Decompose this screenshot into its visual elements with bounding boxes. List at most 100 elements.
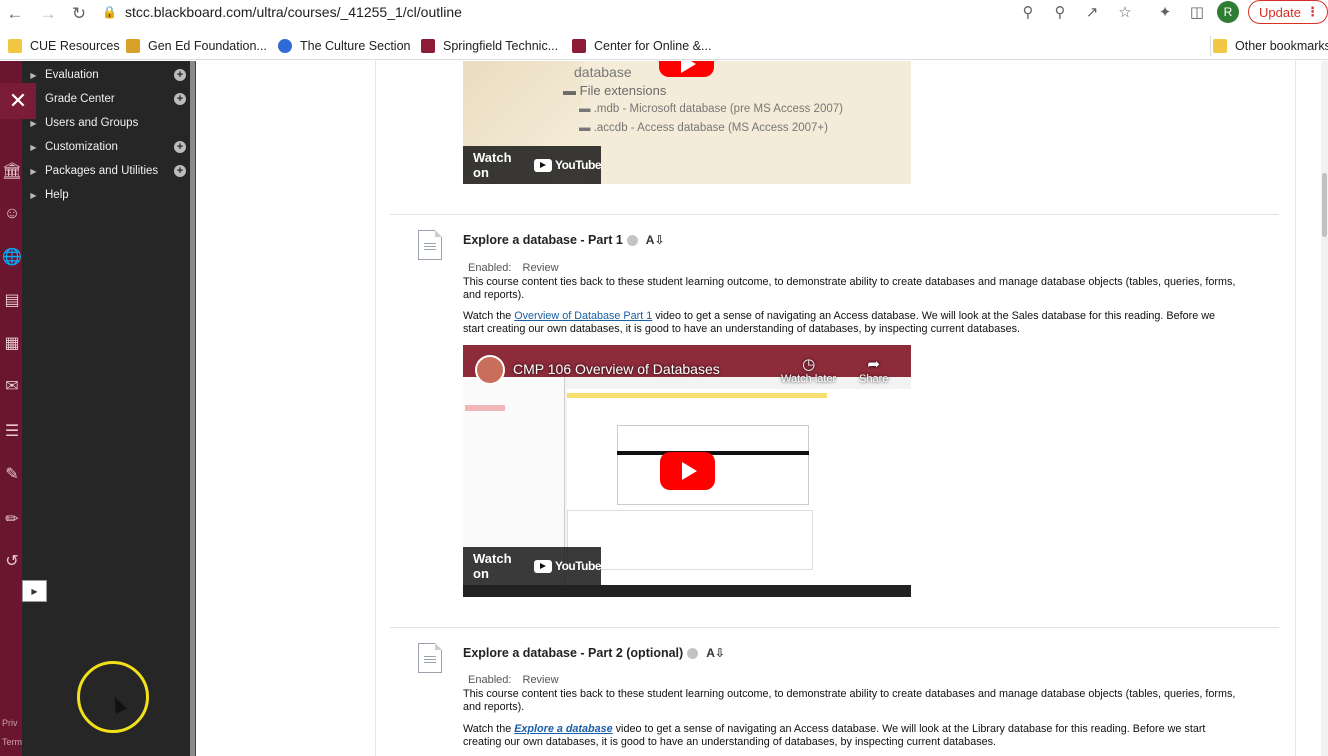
add-icon[interactable]: + — [174, 93, 186, 105]
url-text: stcc.blackboard.com/ultra/courses/_41255… — [124, 4, 462, 20]
document-icon — [418, 643, 442, 673]
bookmark-springfield[interactable]: Springfield Technic... — [421, 36, 558, 56]
thumbnail-selection — [465, 405, 505, 411]
bookmark-label: Gen Ed Foundation... — [148, 39, 267, 53]
item-separator — [390, 214, 1279, 215]
address-bar[interactable]: 🔒 stcc.blackboard.com/ultra/courses/_412… — [102, 1, 1107, 23]
sign-out-icon[interactable]: ↺ — [2, 551, 22, 571]
edit-icon[interactable]: ✏ — [2, 509, 22, 529]
grades-icon[interactable]: ☰ — [2, 421, 22, 441]
review-status-icon — [687, 647, 699, 659]
menu-item-grade-center[interactable]: ▶ Grade Center + — [22, 87, 190, 111]
alternative-formats-icon[interactable]: A⇩ — [706, 646, 725, 660]
bookmark-gen-ed[interactable]: Gen Ed Foundation... — [126, 36, 267, 56]
key-icon[interactable]: ⚲ — [1016, 0, 1040, 24]
side-panel-icon[interactable]: ◫ — [1185, 0, 1209, 24]
messages-icon[interactable]: ✉ — [2, 376, 22, 396]
menu-item-customization[interactable]: ▶ Customization + — [22, 135, 190, 159]
expand-arrow-icon: ▶ — [30, 118, 37, 128]
channel-avatar[interactable] — [475, 355, 505, 385]
menu-item-users-groups[interactable]: ▶ Users and Groups — [22, 111, 190, 135]
youtube-embed-2[interactable]: CMP 106 Overview of Databases ◷ Watch la… — [463, 345, 911, 597]
expand-arrow-icon: ▶ — [30, 190, 37, 200]
page-scrollbar[interactable] — [1321, 61, 1328, 756]
item-title-text: Explore a database - Part 2 (optional) — [463, 646, 684, 660]
add-icon[interactable]: + — [174, 69, 186, 81]
bookmark-label: Center for Online &... — [594, 39, 712, 53]
enabled-label: Enabled: — [468, 674, 512, 686]
slide-line-text: .accdb - Access database (MS Access 2007… — [593, 122, 828, 134]
bookmark-other[interactable]: Other bookmarks — [1210, 36, 1328, 56]
zoom-icon[interactable]: ⚲ — [1048, 0, 1072, 24]
calendar-icon[interactable]: ▦ — [2, 333, 22, 353]
bookmark-label: CUE Resources — [30, 39, 120, 53]
watch-later-button[interactable]: ◷ Watch later — [781, 355, 836, 385]
video-title[interactable]: CMP 106 Overview of Databases — [513, 361, 720, 377]
menu-item-label: Customization — [45, 141, 118, 153]
bookmark-center-online[interactable]: Center for Online &... — [572, 36, 711, 56]
extensions-icon[interactable]: ✦ — [1153, 0, 1177, 24]
share-icon[interactable]: ↗ — [1080, 0, 1104, 24]
youtube-logo: YouTube — [533, 158, 602, 172]
kebab-menu-icon: ⋮ — [1306, 4, 1319, 19]
item-title[interactable]: Explore a database - Part 1 A⇩ — [463, 233, 665, 247]
close-icon[interactable]: ✕ — [0, 83, 36, 119]
slide-line: ▬ .mdb - Microsoft database (pre MS Acce… — [579, 103, 843, 115]
youtube-play-icon[interactable] — [660, 452, 715, 490]
menu-item-help[interactable]: ▶ Help — [22, 183, 190, 207]
watch-on-label: Watch on — [473, 551, 512, 581]
menu-item-label: Help — [45, 189, 69, 201]
instructions-prefix: Watch the — [463, 310, 515, 322]
forward-arrow-icon[interactable]: → — [33, 0, 63, 28]
item-title[interactable]: Explore a database - Part 2 (optional) A… — [463, 646, 725, 660]
folder-icon — [8, 39, 22, 53]
terms-link[interactable]: Term — [2, 737, 22, 747]
bookmark-label: The Culture Section — [300, 39, 411, 53]
bookmark-label: Other bookmarks — [1235, 39, 1328, 53]
watch-on-label: Watch on — [473, 150, 512, 180]
bookmark-site-icon — [278, 39, 292, 53]
menu-item-label: Grade Center — [45, 93, 115, 105]
lock-icon: 🔒 — [102, 5, 117, 19]
youtube-logo: YouTube — [533, 559, 602, 573]
item-separator — [390, 627, 1279, 628]
expand-arrow-icon: ▶ — [30, 70, 37, 80]
review-status-icon — [626, 234, 638, 246]
item-title-text: Explore a database - Part 1 — [463, 233, 623, 247]
menu-item-evaluation[interactable]: ▶ Evaluation + — [22, 63, 190, 87]
alternative-formats-icon[interactable]: A⇩ — [646, 233, 665, 247]
add-icon[interactable]: + — [174, 165, 186, 177]
star-icon[interactable]: ☆ — [1113, 0, 1137, 24]
slide-line-text: .mdb - Microsoft database (pre MS Access… — [593, 103, 843, 115]
institution-icon[interactable]: 🏛 — [2, 161, 22, 181]
scrollbar-thumb[interactable] — [1322, 173, 1327, 237]
profile-avatar[interactable]: R — [1217, 1, 1239, 23]
course-menu: ▶ Evaluation + ▶ Grade Center + ▶ Users … — [22, 61, 190, 756]
watch-on-youtube-button[interactable]: Watch on YouTube — [463, 146, 602, 184]
menu-toggle-button[interactable]: ▶ — [22, 580, 47, 602]
menu-item-packages-utilities[interactable]: ▶ Packages and Utilities + — [22, 159, 190, 183]
watch-on-youtube-button[interactable]: Watch on YouTube — [463, 547, 602, 585]
youtube-embed-1[interactable]: database ▬ File extensions ▬ .mdb - Micr… — [463, 61, 911, 184]
privacy-link[interactable]: Priv — [2, 718, 18, 728]
folder-icon — [1213, 39, 1227, 53]
menu-item-label: Evaluation — [45, 69, 99, 81]
youtube-play-icon[interactable] — [659, 61, 714, 77]
bookmark-culture-section[interactable]: The Culture Section — [278, 36, 410, 56]
globe-icon[interactable]: 🌐 — [2, 247, 22, 267]
video-link[interactable]: Overview of Database Part 1 — [514, 310, 652, 322]
expand-arrow-icon: ▶ — [30, 142, 37, 152]
menu-item-label: Packages and Utilities — [45, 165, 159, 177]
video-link[interactable]: Explore a database — [514, 723, 612, 735]
navigation-rail: ✕ 🏛 ☺ 🌐 ▤ ▦ ✉ ☰ ✎ ✏ ↺ Priv Term — [0, 61, 36, 756]
add-icon[interactable]: + — [174, 141, 186, 153]
reload-icon[interactable]: ↻ — [64, 0, 94, 28]
update-button[interactable]: Update ⋮ — [1248, 0, 1328, 24]
profile-icon[interactable]: ☺ — [2, 204, 22, 224]
review-label: Review — [522, 674, 559, 686]
courses-icon[interactable]: ▤ — [2, 290, 22, 310]
tools-icon[interactable]: ✎ — [2, 464, 22, 484]
back-arrow-icon[interactable]: ← — [0, 0, 30, 28]
bookmark-cue-resources[interactable]: CUE Resources — [8, 36, 120, 56]
share-button[interactable]: ➦ Share — [859, 355, 888, 385]
